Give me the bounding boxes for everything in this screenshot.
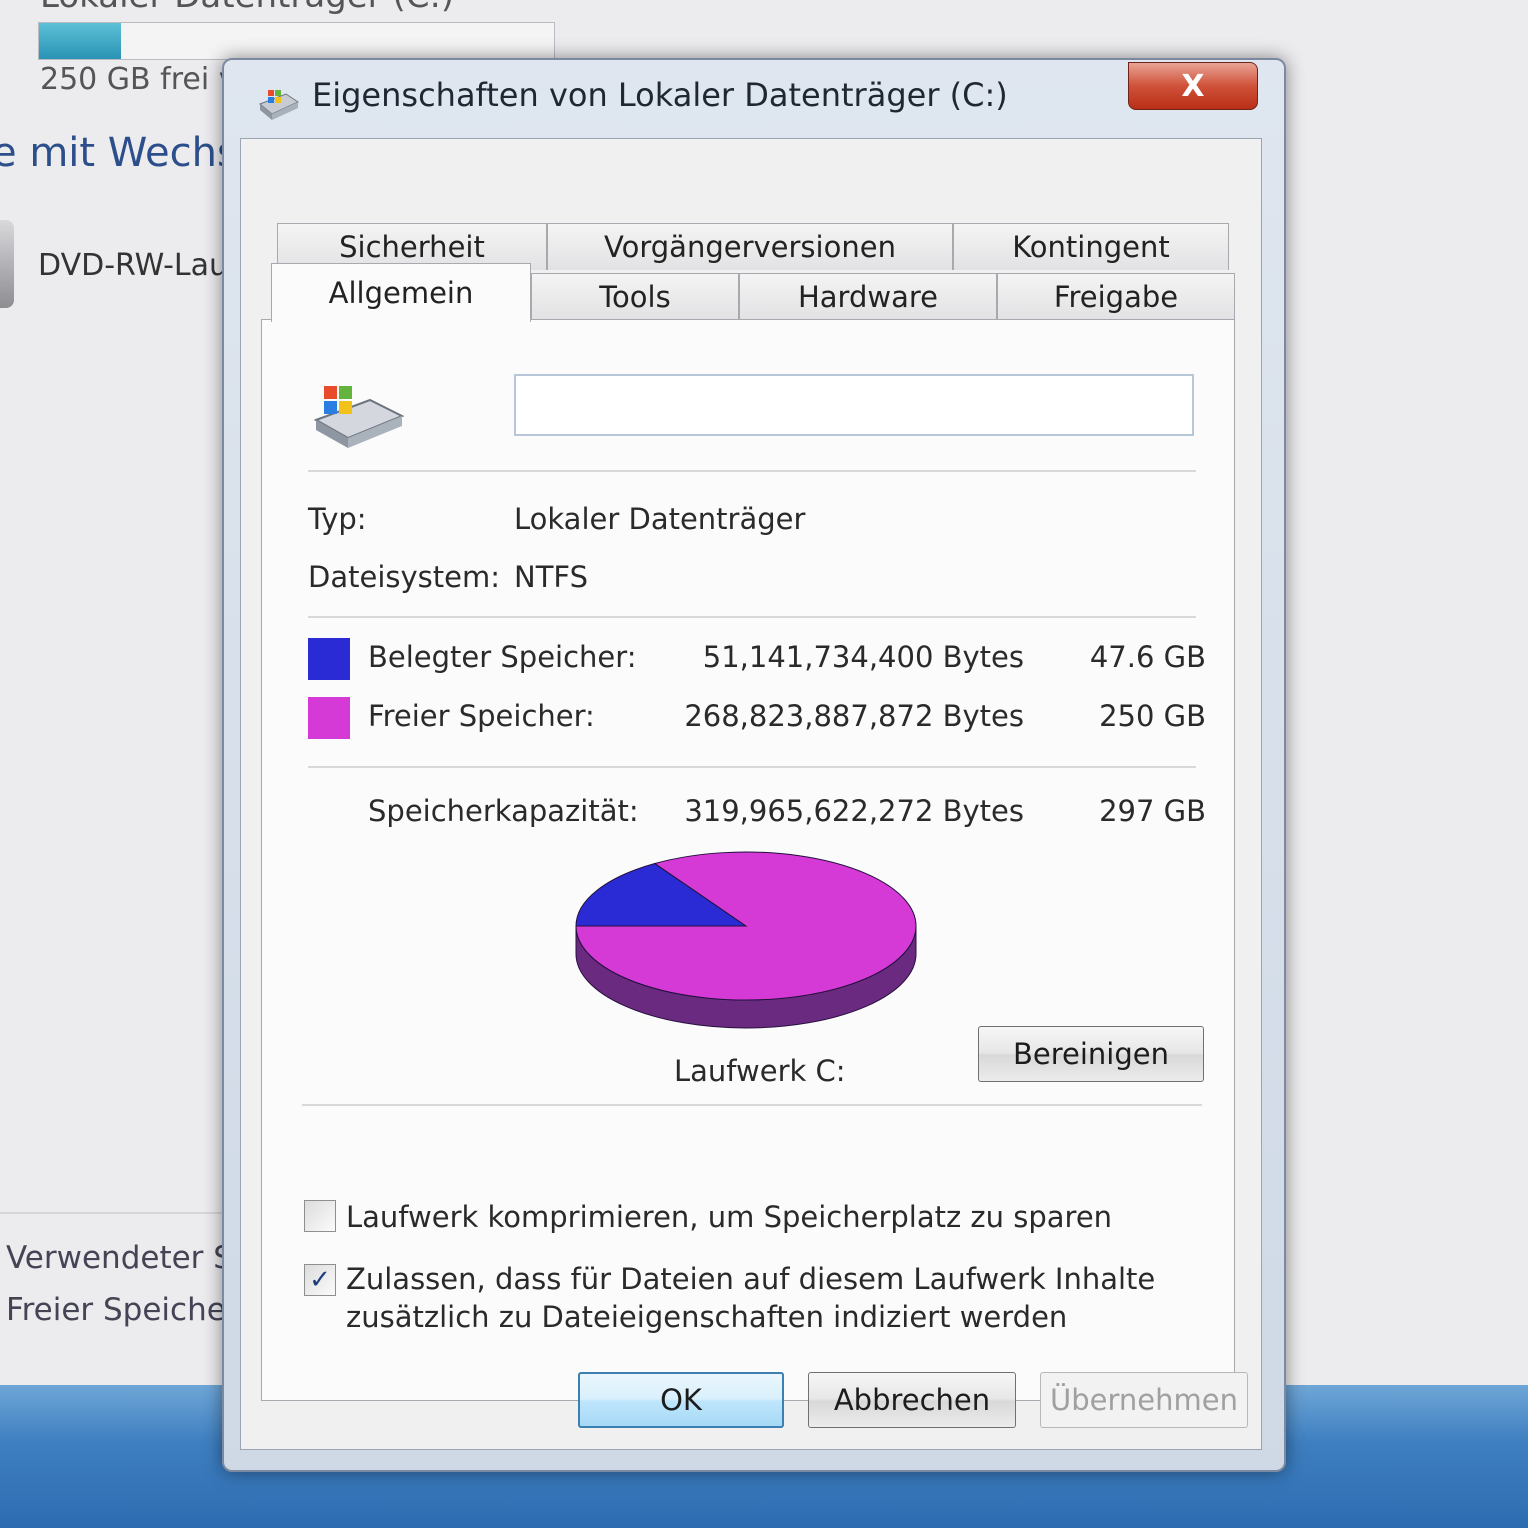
apply-button[interactable]: Übernehmen	[1040, 1372, 1248, 1428]
bg-free-label: Freier Speicher	[6, 1292, 239, 1328]
bg-separator	[0, 1212, 230, 1214]
tab-hardware[interactable]: Hardware	[739, 273, 997, 320]
used-space-gb: 47.6 GB	[1089, 640, 1206, 674]
disk-usage-pie-chart	[575, 851, 917, 1029]
used-space-swatch	[308, 638, 350, 680]
free-space-swatch	[308, 697, 350, 739]
type-label: Typ:	[308, 502, 367, 536]
index-checkbox[interactable]: ✓	[304, 1264, 336, 1296]
dialog-client-area: Sicherheit Vorgängerversionen Kontingent…	[240, 138, 1262, 1450]
separator	[308, 470, 1196, 472]
bg-drive-usage-bar	[38, 22, 555, 60]
filesystem-label: Dateisystem:	[308, 560, 500, 594]
capacity-label: Speicherkapazität:	[368, 794, 639, 828]
drive-name-input[interactable]	[514, 374, 1194, 436]
bg-drive-usage-fill	[39, 23, 122, 59]
properties-dialog: Eigenschaften von Lokaler Datenträger (C…	[222, 58, 1286, 1472]
index-label-line2[interactable]: zusätzlich zu Dateieigenschaften indizie…	[346, 1298, 1067, 1336]
dialog-title: Eigenschaften von Lokaler Datenträger (C…	[312, 76, 1008, 114]
separator	[308, 616, 1196, 618]
cleanup-button[interactable]: Bereinigen	[978, 1026, 1204, 1082]
separator	[308, 766, 1196, 768]
general-tab-panel: Typ: Lokaler Datenträger Dateisystem: NT…	[261, 319, 1235, 1401]
ok-button[interactable]: OK	[578, 1372, 784, 1428]
used-space-label: Belegter Speicher:	[368, 640, 637, 674]
cancel-button[interactable]: Abbrechen	[808, 1372, 1016, 1428]
filesystem-value: NTFS	[514, 560, 588, 594]
close-button[interactable]: X	[1128, 62, 1258, 110]
compress-checkbox[interactable]	[304, 1200, 336, 1232]
drive-icon	[259, 90, 300, 120]
tab-allgemein[interactable]: Allgemein	[271, 263, 531, 322]
dvd-drive-icon	[0, 220, 14, 308]
free-space-gb: 250 GB	[1099, 699, 1206, 733]
used-space-bytes: 51,141,734,400 Bytes	[702, 640, 1024, 674]
type-value: Lokaler Datenträger	[514, 502, 806, 536]
index-label-line1[interactable]: Zulassen, dass für Dateien auf diesem La…	[346, 1260, 1155, 1298]
tab-freigabe[interactable]: Freigabe	[997, 273, 1235, 320]
capacity-bytes: 319,965,622,272 Bytes	[684, 794, 1024, 828]
free-space-label: Freier Speicher:	[368, 699, 595, 733]
compress-label[interactable]: Laufwerk komprimieren, um Speicherplatz …	[346, 1198, 1112, 1236]
bg-used-label: Verwendeter S	[6, 1240, 233, 1276]
bg-section-title: e mit Wechs	[0, 130, 238, 176]
capacity-gb: 297 GB	[1099, 794, 1206, 828]
tab-vorgaengerversionen[interactable]: Vorgängerversionen	[547, 223, 953, 270]
free-space-bytes: 268,823,887,872 Bytes	[684, 699, 1024, 733]
bg-drive-title[interactable]: Lokaler Datenträger (C:)	[40, 0, 454, 16]
hard-drive-icon	[313, 386, 405, 448]
drive-label: Laufwerk C:	[674, 1054, 846, 1088]
tab-kontingent[interactable]: Kontingent	[953, 223, 1229, 270]
bg-dvd-label[interactable]: DVD-RW-Lau	[38, 248, 228, 283]
separator	[302, 1104, 1202, 1106]
tab-tools[interactable]: Tools	[531, 273, 739, 320]
